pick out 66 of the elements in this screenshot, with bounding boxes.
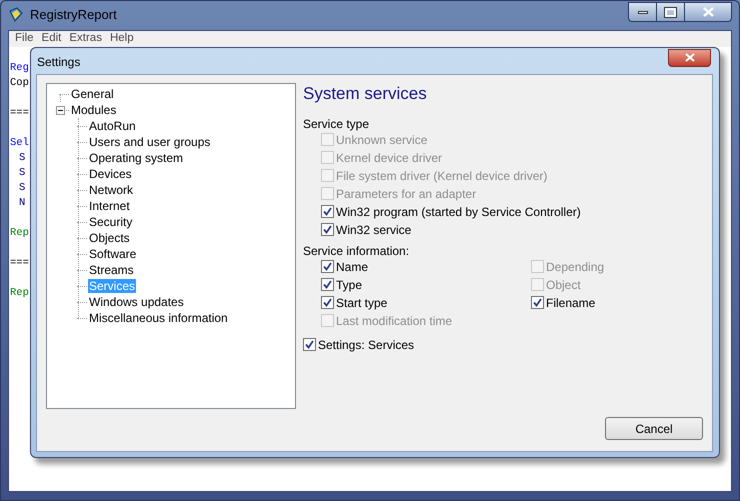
log-line: Cop bbox=[10, 77, 29, 89]
cancel-button[interactable]: Cancel bbox=[605, 417, 703, 440]
tree-item[interactable]: General bbox=[70, 87, 115, 101]
tree-item[interactable]: Devices bbox=[88, 167, 133, 181]
log-line: === bbox=[10, 257, 29, 269]
menu-item[interactable]: File bbox=[11, 31, 38, 45]
tree-item[interactable]: AutoRun bbox=[88, 119, 137, 133]
checkbox-label: Last modification time bbox=[336, 312, 452, 330]
dialog-title: Settings bbox=[37, 54, 80, 70]
menu-item[interactable]: Help bbox=[106, 31, 138, 45]
checkbox[interactable] bbox=[531, 296, 544, 309]
checkbox[interactable] bbox=[321, 296, 334, 309]
checkbox-label: Unknown service bbox=[336, 132, 428, 148]
close-button[interactable] bbox=[668, 48, 711, 66]
checkbox-label: Filename bbox=[546, 294, 596, 312]
checkbox[interactable] bbox=[303, 338, 316, 351]
close-icon bbox=[684, 53, 694, 62]
maximize-icon bbox=[665, 8, 676, 16]
log-line: S bbox=[19, 182, 26, 194]
tree-item[interactable]: Windows updates bbox=[88, 295, 185, 309]
tree-item[interactable]: Miscellaneous information bbox=[88, 311, 229, 325]
tree-item[interactable]: Internet bbox=[88, 199, 131, 213]
checkbox-label: Win32 service bbox=[336, 222, 412, 238]
log-line: === bbox=[10, 107, 29, 119]
tree-item[interactable]: Operating system bbox=[88, 151, 184, 165]
log-line: S bbox=[19, 167, 26, 179]
checkbox-label: Name bbox=[336, 258, 368, 276]
log-line: Rep bbox=[10, 227, 29, 239]
menu-item[interactable]: Extras bbox=[65, 31, 106, 45]
maximize-button[interactable] bbox=[657, 2, 684, 22]
minimize-button[interactable] bbox=[628, 2, 657, 22]
menu-item[interactable]: Edit bbox=[38, 31, 66, 45]
tree-item[interactable]: Streams bbox=[88, 263, 135, 277]
checkbox[interactable] bbox=[321, 223, 334, 236]
checkbox[interactable] bbox=[321, 205, 334, 218]
checkbox-label: Parameters for an adapter bbox=[336, 186, 476, 202]
checkbox-label: Kernel device driver bbox=[336, 150, 442, 166]
tree-item[interactable]: Network bbox=[88, 183, 134, 197]
checkbox-label: Win32 program (started by Service Controller) bbox=[336, 204, 581, 220]
checkbox[interactable] bbox=[321, 278, 334, 291]
tree-item[interactable]: Security bbox=[88, 215, 134, 229]
collapse-icon[interactable] bbox=[56, 106, 65, 115]
section-heading: System services bbox=[303, 83, 428, 105]
checkbox-label: Type bbox=[336, 276, 362, 294]
group-label: Service type bbox=[303, 116, 370, 130]
log-line: Sel bbox=[10, 137, 29, 149]
checkbox-label: Start type bbox=[336, 294, 388, 312]
log-line: Rep bbox=[10, 287, 29, 299]
close-icon bbox=[702, 7, 714, 17]
minimize-icon bbox=[638, 10, 648, 14]
checkbox-label: Depending bbox=[546, 258, 604, 276]
group-label: Service information: bbox=[303, 242, 410, 258]
tree-item[interactable]: Objects bbox=[88, 231, 131, 245]
app-icon bbox=[8, 7, 24, 23]
checkbox-label: Settings: Services bbox=[318, 336, 414, 354]
log-line: Reg bbox=[10, 62, 29, 74]
log-line: S bbox=[19, 152, 26, 164]
checkbox-label: File system driver (Kernel device driver) bbox=[336, 168, 548, 184]
window-title: RegistryReport bbox=[30, 6, 117, 24]
close-button[interactable] bbox=[684, 2, 732, 22]
tree-item[interactable]: Modules bbox=[70, 103, 118, 117]
tree-item[interactable]: Users and user groups bbox=[88, 135, 212, 149]
checkbox-label: Object bbox=[546, 276, 581, 294]
log-line: N bbox=[19, 197, 26, 209]
checkbox[interactable] bbox=[321, 260, 334, 273]
tree-item[interactable]: Software bbox=[88, 247, 138, 261]
